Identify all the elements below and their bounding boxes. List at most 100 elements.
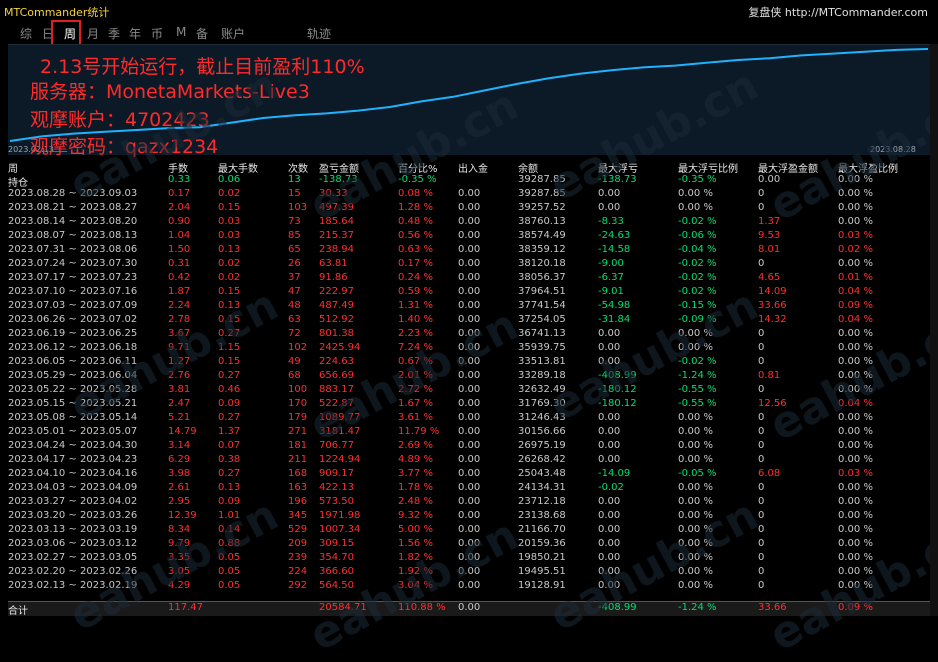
table-cell: 0.27 [218,328,241,339]
table-cell: -6.37 [598,272,624,283]
table-cell: 2023.08.07 ~ 2023.08.13 [8,230,138,241]
table-row: 2023.07.31 ~ 2023.08.06 1.50 0.13 65 238.94 0… [8,244,930,258]
table-cell: 4.65 [758,272,781,283]
tab-9[interactable]: 账户 [221,25,245,42]
table-cell: 4.29 [168,580,191,591]
table-cell: 6.29 [168,454,191,465]
table-cell: 0.00 % [678,426,713,437]
table-cell: 0.09 [218,398,241,409]
table-cell: 0.00 [458,286,481,297]
table-cell: 215.37 [319,230,354,241]
table-cell: 1.78 % [398,482,433,493]
table-cell: 0 [758,426,765,437]
tab-5[interactable]: 年 [129,25,141,42]
column-header: 周 [8,164,18,175]
table-cell: 8.34 [168,524,191,535]
tab-8[interactable]: 备 [196,25,208,42]
column-header: 最大浮盈比例 [838,164,898,175]
app-title: MTCommander统计 [4,6,110,19]
table-cell: 0.00 [458,426,481,437]
table-cell: -138.73 [319,174,358,185]
tab-3[interactable]: 月 [87,25,99,42]
table-cell: 0.00 [458,398,481,409]
table-cell: 14.32 [758,314,787,325]
table-cell: 0 [758,258,765,269]
table-cell: 2023.03.06 ~ 2023.03.12 [8,538,138,549]
table-cell: 37741.54 [518,300,566,311]
table-cell: 48 [288,300,301,311]
table-cell: 25043.48 [518,468,566,479]
table-cell: 14.09 [758,286,787,297]
table-cell: -0.02 % [678,258,717,269]
table-cell: 117.47 [168,602,203,613]
table-cell: 0.00 [458,370,481,381]
table-cell: 0.00 % [838,258,873,269]
tab-4[interactable]: 季 [108,25,120,42]
table-cell: -0.35 % [398,174,437,185]
table-cell: -8.33 [598,216,624,227]
table-cell: 0.00 % [838,202,873,213]
table-cell: -0.35 % [678,174,717,185]
table-cell: 0.00 [598,412,621,423]
table-cell: 持仓 [8,178,28,189]
table-cell: 0.00 % [678,440,713,451]
table-cell: 0.00 % [678,342,713,353]
table-cell: 573.50 [319,496,354,507]
table-cell: 224 [288,566,308,577]
brand-link[interactable]: 复盘侠 http://MTCommander.com [748,4,928,20]
table-cell: 0.09 % [838,602,873,613]
table-cell: 0.00 [458,496,481,507]
table-cell: 883.17 [319,384,354,395]
table-cell: 0.00 [598,440,621,451]
tab-10[interactable]: 轨迹 [307,25,331,42]
table-cell: 19495.51 [518,566,566,577]
table-cell: 0 [758,342,765,353]
table-cell: 0.81 [758,370,781,381]
table-cell: 72 [288,328,301,339]
table-cell: 33.66 [758,602,787,613]
table-cell: 0.03 % [838,230,873,241]
table-row: 2023.07.10 ~ 2023.07.16 1.87 0.15 47 222.97 0… [8,286,930,300]
table-row: 2023.08.21 ~ 2023.08.27 2.04 0.15 103 497.39… [8,202,930,216]
scrollbar[interactable] [930,44,938,616]
table-cell: 102 [288,342,308,353]
table-cell: 0.00 [458,342,481,353]
table-cell: 0.00 [598,496,621,507]
table-cell: 9.53 [758,230,781,241]
tab-6[interactable]: 币 [151,25,163,42]
table-cell: -0.55 % [678,384,717,395]
table-cell: 522.87 [319,398,354,409]
table-cell: 0.00 [458,440,481,451]
table-row: 2023.04.03 ~ 2023.04.09 2.61 0.13 163 422.13… [8,482,930,496]
table-cell: 2023.07.10 ~ 2023.07.16 [8,286,138,297]
table-cell: 47 [288,286,301,297]
table-cell: 0 [758,566,765,577]
table-cell: 26975.19 [518,440,566,451]
table-cell: 354.70 [319,552,354,563]
table-cell: 0 [758,580,765,591]
table-cell: 0.00 [598,454,621,465]
table-cell: 1224.94 [319,454,361,465]
table-cell: 2023.05.29 ~ 2023.06.04 [8,370,138,381]
table-cell: 2023.04.10 ~ 2023.04.16 [8,468,138,479]
table-cell: 2023.08.21 ~ 2023.08.27 [8,202,138,213]
chart-end-date: 2023.08.28 [870,145,916,154]
table-cell: 0.00 [598,524,621,535]
table-cell: 2023.08.28 ~ 2023.09.03 [8,188,138,199]
table-cell: 0.00 % [678,566,713,577]
tab-0[interactable]: 综 [20,25,32,42]
table-cell: 0.42 [168,272,191,283]
tab-7[interactable]: M [176,25,186,39]
table-cell: 0.05 [218,566,241,577]
table-cell: 0.00 [598,188,621,199]
table-row: 2023.03.13 ~ 2023.03.19 8.34 0.14 529 1007.3… [8,524,930,538]
table-cell: 1.67 % [398,398,433,409]
equity-curve [9,48,929,142]
table-cell: 2.24 [168,300,191,311]
table-cell: 564.50 [319,580,354,591]
table-cell: 3.67 [168,328,191,339]
table-cell: 23712.18 [518,496,566,507]
table-cell: 292 [288,580,308,591]
table-cell: 0.00 [598,552,621,563]
table-cell: 2.48 % [398,496,433,507]
